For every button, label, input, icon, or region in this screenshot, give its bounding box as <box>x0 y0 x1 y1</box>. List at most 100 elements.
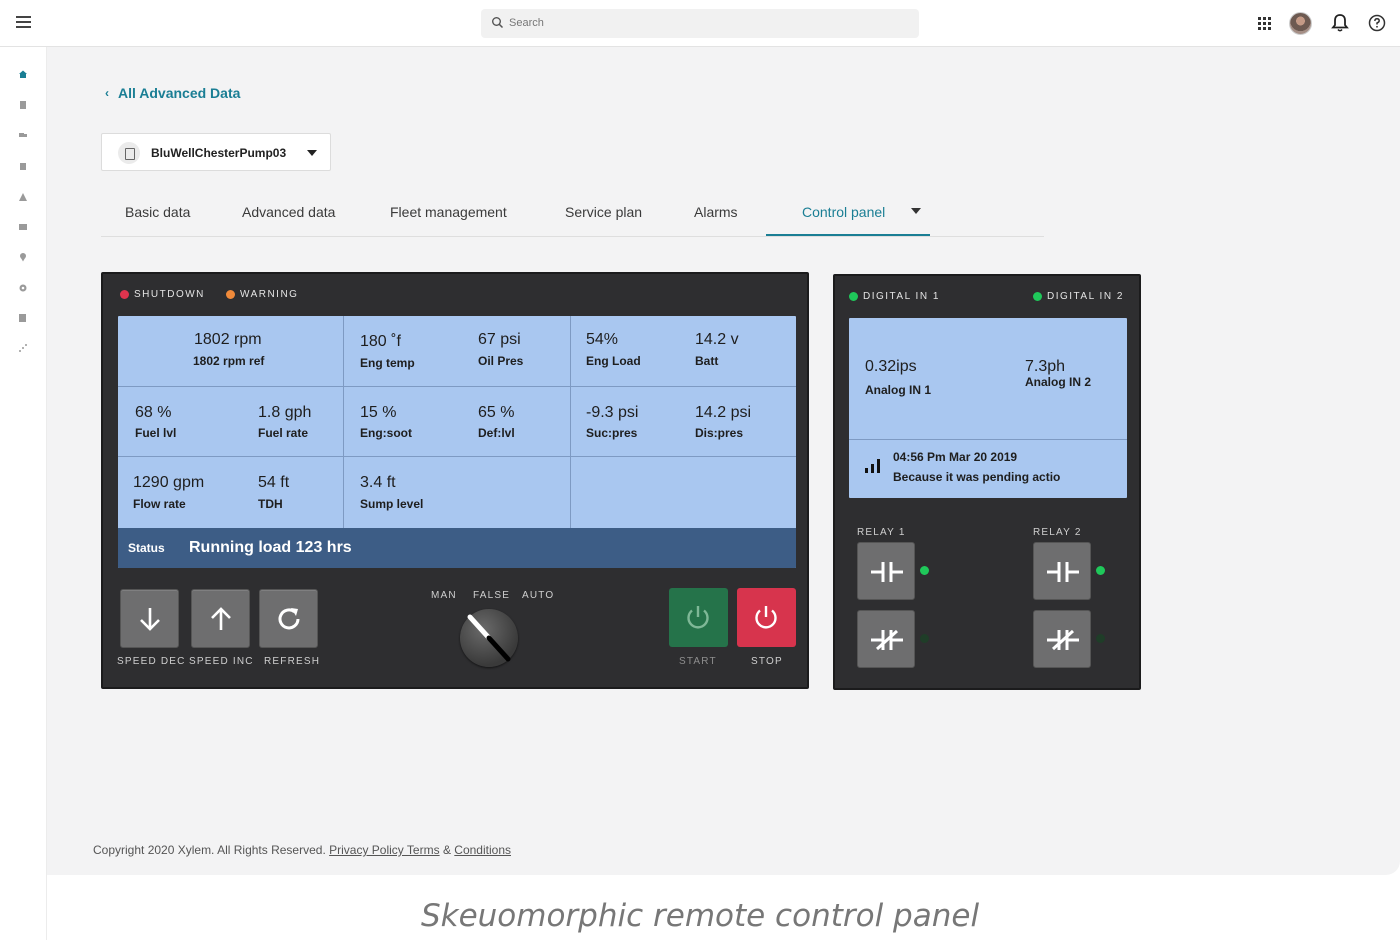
signal-bars-icon <box>865 459 881 473</box>
alert-icon[interactable] <box>18 192 28 202</box>
mode-selector-knob[interactable] <box>460 609 518 667</box>
tab-advanced-data[interactable]: Advanced data <box>242 204 335 220</box>
event-message: Because it was pending actio <box>893 470 1061 484</box>
digital-in-2-label: DIGITAL IN 2 <box>1047 291 1124 302</box>
eng-temp-value: 180 ˚f <box>360 333 401 350</box>
eng-soot-value: 15 % <box>360 404 397 421</box>
shutdown-label: SHUTDOWN <box>134 289 205 300</box>
fuel-lvl-label: Fuel lvl <box>135 426 177 440</box>
batt-label: Batt <box>695 354 719 368</box>
clipboard-icon[interactable] <box>18 161 28 171</box>
tab-service-plan[interactable]: Service plan <box>565 204 642 220</box>
sidebar <box>0 47 47 940</box>
knob-pointer <box>467 614 511 662</box>
eng-load-value: 54% <box>586 331 619 348</box>
power-icon <box>755 606 777 629</box>
footer: Copyright 2020 Xylem. All Rights Reserve… <box>93 843 511 857</box>
batt-value: 14.2 v <box>695 331 739 348</box>
device-icon <box>118 142 140 164</box>
reading-cell <box>571 457 796 528</box>
reading-cell: 1290 gpm Flow rate 54 ft TDH <box>118 457 344 528</box>
copyright-text: Copyright 2020 Xylem. All Rights Reserve… <box>93 843 326 857</box>
digital-in-1-indicator: DIGITAL IN 1 <box>849 291 940 302</box>
refresh-button[interactable] <box>259 589 318 648</box>
tab-basic-data[interactable]: Basic data <box>125 204 190 220</box>
active-tab-indicator <box>766 234 930 236</box>
relay-2-closed-button[interactable] <box>1033 610 1091 668</box>
search-placeholder: Search <box>509 17 544 29</box>
location-icon[interactable] <box>18 252 28 262</box>
device-select[interactable]: BluWellChesterPump03 <box>101 133 331 171</box>
start-button[interactable] <box>669 588 728 647</box>
fuel-lvl-value: 68 % <box>135 404 172 421</box>
digital-in-1-label: DIGITAL IN 1 <box>863 291 940 302</box>
status-value: Running load 123 hrs <box>189 539 352 556</box>
search-icon <box>492 17 504 29</box>
reading-cell: 180 ˚f Eng temp 67 psi Oil Pres <box>344 316 571 387</box>
tdh-value: 54 ft <box>258 474 290 491</box>
oil-pres-label: Oil Pres <box>478 354 524 368</box>
analog-display: 0.32ips Analog IN 1 7.3ph Analog IN 2 04… <box>849 318 1127 498</box>
rpm-value: 1802 rpm <box>194 331 262 348</box>
eng-temp-label: Eng temp <box>360 356 415 370</box>
analog-in-2-label: Analog IN 2 <box>1025 375 1092 389</box>
dis-pres-value: 14.2 psi <box>695 404 752 421</box>
main-content: ‹ All Advanced Data BluWellChesterPump03… <box>47 47 1400 875</box>
start-label: START <box>679 656 717 667</box>
tab-control-panel[interactable]: Control panel <box>802 204 885 220</box>
reading-cell: 1802 rpm 1802 rpm ref <box>118 316 344 387</box>
conditions-link[interactable]: Conditions <box>454 843 511 857</box>
fuel-rate-label: Fuel rate <box>258 426 309 440</box>
menu-icon[interactable] <box>16 16 31 28</box>
speed-dec-button[interactable] <box>120 589 179 648</box>
rpm-label: 1802 rpm ref <box>193 354 265 368</box>
status-key: Status <box>128 541 165 555</box>
privacy-policy-link[interactable]: Privacy Policy Terms <box>329 843 439 857</box>
tab-bar: Basic data Advanced data Fleet managemen… <box>101 187 1044 237</box>
report-icon[interactable] <box>18 313 28 323</box>
warning-indicator: WARNING <box>226 289 298 300</box>
relay-1-open-led <box>920 566 929 575</box>
truck-icon[interactable] <box>18 130 28 140</box>
document-icon[interactable] <box>18 100 28 110</box>
analog-in-2-value: 7.3ph <box>1025 358 1066 375</box>
contact-open-icon <box>871 562 903 582</box>
divider <box>849 439 1127 440</box>
shutdown-indicator: SHUTDOWN <box>120 289 205 300</box>
analog-in-1-value: 0.32ips <box>865 358 917 375</box>
relay-1-open-button[interactable] <box>857 542 915 600</box>
reading-cell: 68 % Fuel lvl 1.8 gph Fuel rate <box>118 387 344 457</box>
help-icon[interactable] <box>1368 14 1386 32</box>
flow-rate-value: 1290 gpm <box>133 474 205 491</box>
chevron-down-icon <box>307 150 317 156</box>
analytics-icon[interactable] <box>18 343 28 353</box>
search-input[interactable]: Search <box>481 9 919 38</box>
chevron-down-icon[interactable] <box>911 208 921 214</box>
relay-1-closed-button[interactable] <box>857 610 915 668</box>
home-icon[interactable] <box>18 69 28 79</box>
relay-2-open-led <box>1096 566 1105 575</box>
apps-grid-icon[interactable] <box>1258 17 1271 30</box>
relay-2-open-button[interactable] <box>1033 542 1091 600</box>
digital-in-1-led <box>849 292 858 301</box>
tab-alarms[interactable]: Alarms <box>694 204 738 220</box>
speed-inc-label: SPEED INC <box>189 656 254 667</box>
event-timestamp: 04:56 Pm Mar 20 2019 <box>893 450 1018 464</box>
flow-rate-label: Flow rate <box>133 497 186 511</box>
avatar[interactable] <box>1289 12 1312 35</box>
stop-label: STOP <box>751 656 783 667</box>
status-bar: Status Running load 123 hrs <box>118 528 796 568</box>
map-icon[interactable] <box>18 222 28 232</box>
relay-1-label: RELAY 1 <box>857 527 906 538</box>
warning-led <box>226 290 235 299</box>
settings-icon[interactable] <box>18 283 28 293</box>
tab-fleet-management[interactable]: Fleet management <box>390 204 507 220</box>
bell-icon[interactable] <box>1331 13 1349 33</box>
stop-button[interactable] <box>737 588 796 647</box>
back-link[interactable]: ‹ All Advanced Data <box>105 85 240 101</box>
def-lvl-label: Def:lvl <box>478 426 515 440</box>
warning-label: WARNING <box>240 289 299 300</box>
reading-cell: 3.4 ft Sump level <box>344 457 571 528</box>
back-link-label: All Advanced Data <box>118 85 241 101</box>
speed-inc-button[interactable] <box>191 589 250 648</box>
